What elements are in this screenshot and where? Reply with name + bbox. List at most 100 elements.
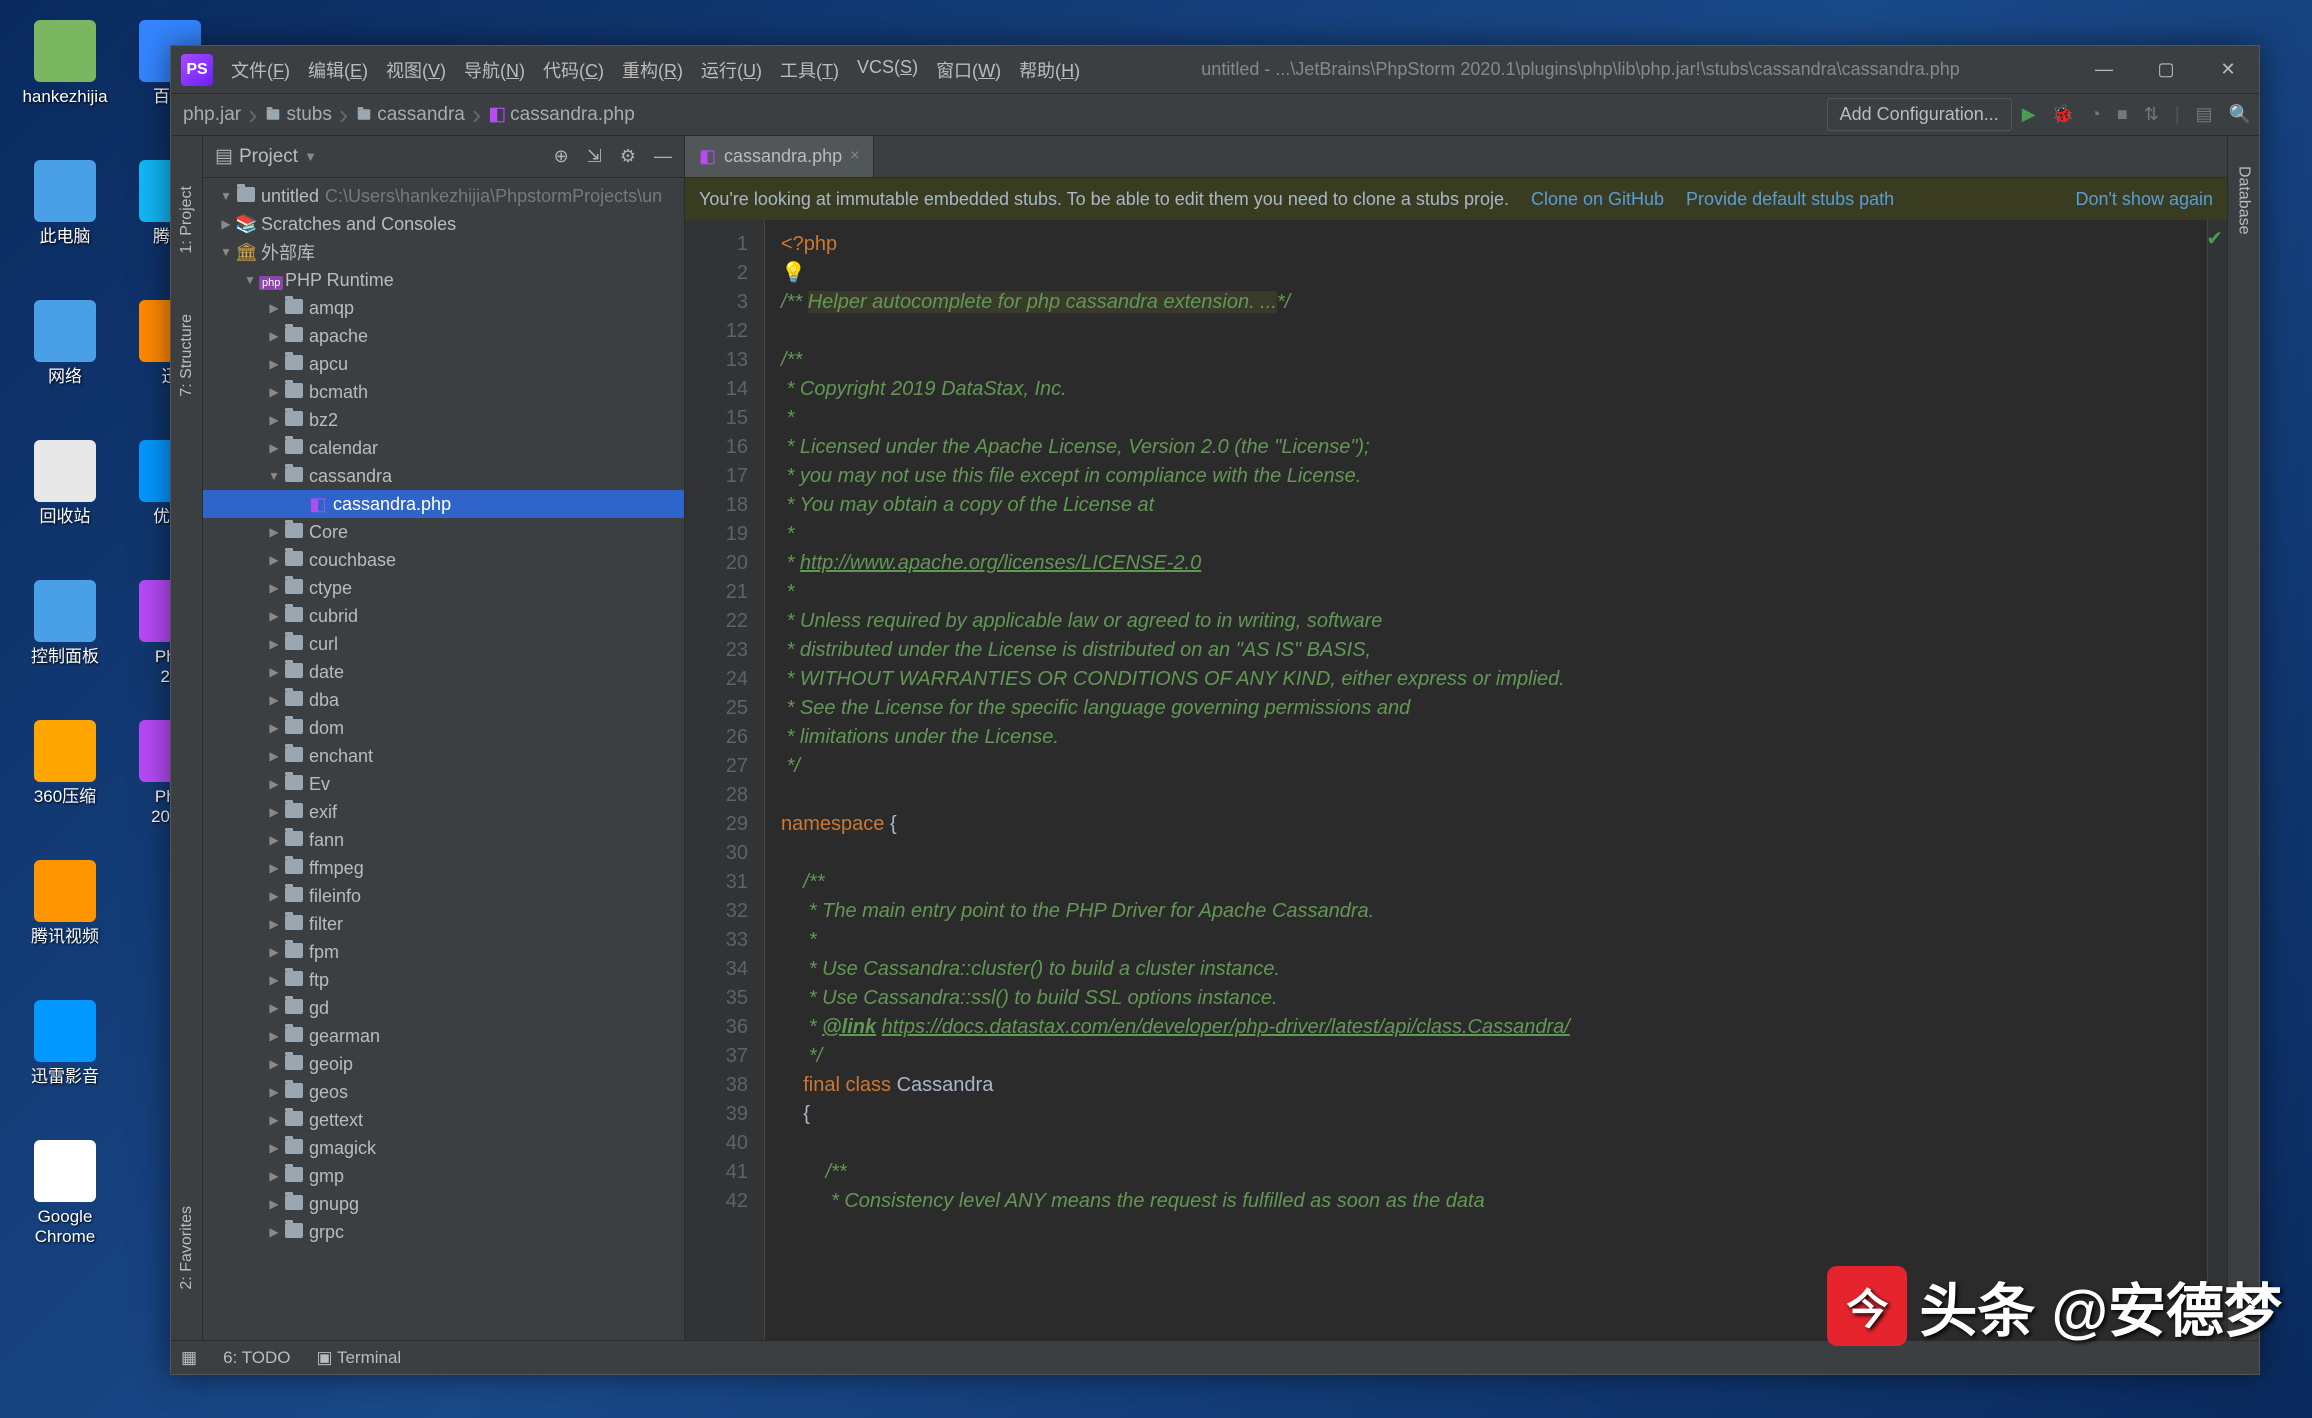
menu-item[interactable]: 视图(V): [378, 53, 454, 87]
tree-node[interactable]: ▶fpm: [203, 938, 684, 966]
tree-node[interactable]: ▶cubrid: [203, 602, 684, 630]
tree-node[interactable]: ▶ctype: [203, 574, 684, 602]
tree-node[interactable]: ▶couchbase: [203, 546, 684, 574]
structure-icon[interactable]: ▤: [2196, 104, 2213, 125]
main-area: 1: Project 7: Structure 2: Favorites ▤ P…: [171, 136, 2259, 1340]
tree-node[interactable]: ▶dom: [203, 714, 684, 742]
close-button[interactable]: ✕: [2197, 46, 2259, 94]
terminal-button[interactable]: ▣ Terminal: [316, 1348, 401, 1368]
menu-item[interactable]: VCS(S): [849, 53, 926, 87]
tree-node[interactable]: ▶gmp: [203, 1162, 684, 1190]
menu-item[interactable]: 运行(U): [693, 53, 770, 87]
tree-node[interactable]: ▶geoip: [203, 1050, 684, 1078]
desktop-icon[interactable]: 迅雷影音: [20, 1000, 110, 1087]
tree-node[interactable]: ▶Ev: [203, 770, 684, 798]
app-icon: PS: [181, 54, 213, 86]
tool-tab-project[interactable]: 1: Project: [174, 176, 200, 264]
todo-button[interactable]: 6: TODO: [223, 1348, 290, 1368]
breadcrumb-item[interactable]: php.jar: [179, 104, 245, 126]
tree-node[interactable]: ▶gmagick: [203, 1134, 684, 1162]
tree-node[interactable]: ◧cassandra.php: [203, 490, 684, 518]
tree-node[interactable]: ▶📚Scratches and Consoles: [203, 210, 684, 238]
close-tab-icon[interactable]: ×: [850, 147, 859, 165]
tree-node[interactable]: ▶enchant: [203, 742, 684, 770]
tree-node[interactable]: ▶gd: [203, 994, 684, 1022]
desktop-icon[interactable]: GoogleChrome: [20, 1140, 110, 1248]
project-panel-title[interactable]: ▤ Project ▼: [215, 145, 317, 168]
tree-node[interactable]: ▶fann: [203, 826, 684, 854]
menu-item[interactable]: 编辑(E): [300, 53, 376, 87]
project-panel-header: ▤ Project ▼ ⊕ ⇲ ⚙ —: [203, 136, 684, 178]
line-gutter[interactable]: 1231213141516171819202122232425262728293…: [685, 220, 765, 1340]
stubs-path-link[interactable]: Provide default stubs path: [1686, 189, 1894, 210]
tree-node[interactable]: ▶filter: [203, 910, 684, 938]
tree-node[interactable]: ▼phpPHP Runtime: [203, 266, 684, 294]
tab-cassandra[interactable]: ◧ cassandra.php ×: [685, 136, 874, 177]
desktop-icon[interactable]: 腾讯视频: [20, 860, 110, 947]
menu-item[interactable]: 帮助(H): [1011, 53, 1088, 87]
tree-node[interactable]: ▶date: [203, 658, 684, 686]
desktop-icon[interactable]: 360压缩: [20, 720, 110, 807]
tree-node[interactable]: ▶gearman: [203, 1022, 684, 1050]
tree-node[interactable]: ▶exif: [203, 798, 684, 826]
tree-node[interactable]: ▶bcmath: [203, 378, 684, 406]
editor-area: ◧ cassandra.php × You're looking at immu…: [685, 136, 2227, 1340]
desktop-icon[interactable]: 网络: [20, 300, 110, 387]
tree-node[interactable]: ▶fileinfo: [203, 882, 684, 910]
search-icon[interactable]: 🔍: [2229, 104, 2251, 125]
debug-icon[interactable]: 🐞: [2052, 104, 2074, 125]
tree-node[interactable]: ▶geos: [203, 1078, 684, 1106]
tool-tab-structure[interactable]: 7: Structure: [174, 304, 200, 407]
tree-node[interactable]: ▶dba: [203, 686, 684, 714]
desktop-icon[interactable]: 控制面板: [20, 580, 110, 667]
menu-item[interactable]: 窗口(W): [928, 53, 1009, 87]
code-editor[interactable]: <?php💡/** Helper autocomplete for php ca…: [765, 220, 2207, 1340]
tree-node[interactable]: ▶amqp: [203, 294, 684, 322]
tree-node[interactable]: ▶ftp: [203, 966, 684, 994]
clone-github-link[interactable]: Clone on GitHub: [1531, 189, 1664, 210]
tree-node[interactable]: ▼cassandra: [203, 462, 684, 490]
menu-item[interactable]: 导航(N): [456, 53, 533, 87]
menu-item[interactable]: 工具(T): [772, 53, 847, 87]
tree-node[interactable]: ▶ffmpeg: [203, 854, 684, 882]
dismiss-notice-link[interactable]: Don't show again: [2075, 189, 2213, 210]
desktop-icon[interactable]: 此电脑: [20, 160, 110, 247]
tree-node[interactable]: ▶gettext: [203, 1106, 684, 1134]
breadcrumb-item[interactable]: cassandra: [351, 104, 469, 126]
git-icon[interactable]: ⇅: [2144, 104, 2159, 125]
tree-node[interactable]: ▶curl: [203, 630, 684, 658]
hide-panel-icon[interactable]: —: [654, 146, 672, 167]
tool-tab-database[interactable]: Database: [2231, 156, 2257, 245]
tree-node[interactable]: ▶grpc: [203, 1218, 684, 1246]
locate-icon[interactable]: ⊕: [554, 146, 569, 167]
add-configuration-button[interactable]: Add Configuration...: [1827, 98, 2012, 131]
tree-node[interactable]: ▶Core: [203, 518, 684, 546]
breadcrumb-item[interactable]: ◧ cassandra.php: [484, 103, 639, 126]
window-tool-icon[interactable]: ▦: [181, 1348, 197, 1368]
settings-icon[interactable]: ⚙: [620, 146, 636, 167]
titlebar: PS 文件(F)编辑(E)视图(V)导航(N)代码(C)重构(R)运行(U)工具…: [171, 46, 2259, 94]
tree-node[interactable]: ▶apache: [203, 322, 684, 350]
minimize-button[interactable]: —: [2073, 46, 2135, 94]
tree-node[interactable]: ▶gnupg: [203, 1190, 684, 1218]
desktop-icon[interactable]: 回收站: [20, 440, 110, 527]
run-icon[interactable]: ▶: [2022, 104, 2036, 125]
editor-markers: ✔: [2207, 220, 2227, 1340]
project-tree[interactable]: ▼untitledC:\Users\hankezhijia\PhpstormPr…: [203, 178, 684, 1340]
tree-node[interactable]: ▶calendar: [203, 434, 684, 462]
maximize-button[interactable]: ▢: [2135, 46, 2197, 94]
stop-icon[interactable]: ■: [2117, 104, 2128, 125]
expand-all-icon[interactable]: ⇲: [587, 146, 602, 167]
breadcrumb-item[interactable]: stubs: [260, 104, 335, 126]
tree-node[interactable]: ▼🏛外部库: [203, 238, 684, 266]
menu-item[interactable]: 代码(C): [535, 53, 612, 87]
tree-node[interactable]: ▶bz2: [203, 406, 684, 434]
menu-item[interactable]: 重构(R): [614, 53, 691, 87]
tree-node[interactable]: ▼untitledC:\Users\hankezhijia\PhpstormPr…: [203, 182, 684, 210]
run-toolbar: ▶ 🐞 ◔ ■ ⇅ | ▤ 🔍: [2022, 104, 2251, 125]
coverage-icon[interactable]: ◔: [2090, 104, 2101, 125]
desktop-icon[interactable]: hankezhijia: [20, 20, 110, 107]
menu-item[interactable]: 文件(F): [223, 53, 298, 87]
tool-tab-favorites[interactable]: 2: Favorites: [174, 1196, 200, 1300]
tree-node[interactable]: ▶apcu: [203, 350, 684, 378]
